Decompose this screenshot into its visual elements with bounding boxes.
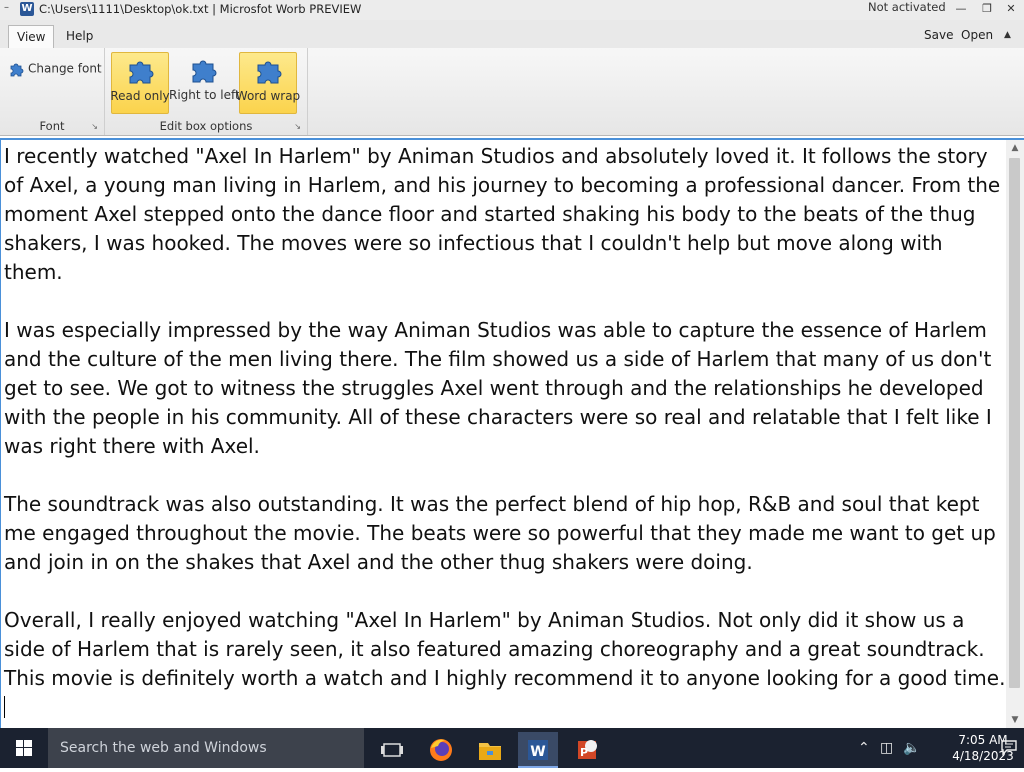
edit-box-options-label: Edit box options [159, 119, 253, 133]
svg-text:W: W [530, 744, 545, 760]
puzzle-icon [10, 63, 24, 77]
action-center-icon[interactable] [1000, 738, 1018, 760]
dialog-launcher-icon[interactable]: ↘ [294, 122, 301, 131]
paragraph: The soundtrack was also outstanding. It … [4, 492, 996, 574]
vertical-scrollbar[interactable]: ▲ ▼ [1006, 140, 1024, 728]
minimize-icon[interactable]: — [950, 0, 972, 18]
tab-view[interactable]: View [8, 25, 55, 49]
text-editor[interactable]: I recently watched "Axel In Harlem" by A… [0, 138, 1024, 728]
app-logo-icon: W [20, 2, 34, 16]
search-placeholder: Search the web and Windows [60, 740, 267, 756]
firefox-icon[interactable] [421, 732, 461, 768]
word-wrap-label: Word wrap [235, 89, 301, 103]
taskbar: Search the web and Windows W P ⌃ ◫ 🔈 7:0… [0, 728, 1024, 768]
task-view-icon[interactable] [372, 732, 412, 768]
restore-icon[interactable]: ❐ [976, 0, 998, 18]
open-button[interactable]: Open [961, 28, 993, 42]
ribbon: Change font Font ↘ Read only Right to le… [0, 48, 1024, 136]
document-text[interactable]: I recently watched "Axel In Harlem" by A… [4, 142, 1006, 722]
tab-help[interactable]: Help [58, 25, 101, 48]
powerpoint-icon[interactable]: P [567, 732, 607, 768]
file-explorer-icon[interactable] [470, 732, 510, 768]
ribbon-tabs: View Help Save Open ▲ [0, 20, 1024, 49]
dialog-launcher-icon[interactable]: ↘ [91, 122, 98, 131]
puzzle-icon [192, 60, 217, 83]
change-font-button[interactable]: Change font [8, 61, 102, 77]
chevron-up-icon[interactable]: ⌃ [858, 740, 870, 756]
read-only-toggle[interactable]: Read only [110, 52, 170, 114]
paragraph: I was especially impressed by the way An… [4, 318, 992, 458]
word-wrap-toggle[interactable]: Word wrap [236, 52, 300, 114]
start-button[interactable] [0, 728, 48, 768]
change-font-label: Change font [28, 61, 102, 76]
system-menu-icon[interactable]: – [4, 2, 9, 13]
right-to-left-toggle[interactable]: Right to left [169, 52, 240, 112]
window-title: C:\Users\1111\Desktop\ok.txt | Microsfot… [39, 2, 362, 16]
puzzle-icon [257, 61, 282, 84]
word-app-icon[interactable]: W [518, 732, 558, 768]
search-box[interactable]: Search the web and Windows [48, 728, 364, 768]
read-only-label: Read only [110, 89, 170, 103]
close-icon[interactable]: ✕ [1000, 0, 1022, 18]
collapse-ribbon-icon[interactable]: ▲ [1004, 30, 1011, 40]
scroll-up-icon[interactable]: ▲ [1006, 140, 1024, 156]
right-to-left-label: Right to left [169, 88, 240, 102]
edit-box-options-group: Read only Right to left Word wrap Edit b… [105, 48, 308, 135]
font-group-label: Font [39, 119, 65, 133]
scroll-thumb[interactable] [1009, 158, 1020, 688]
volume-muted-icon[interactable]: 🔈 [903, 740, 920, 756]
font-group: Change font Font ↘ [0, 48, 105, 135]
puzzle-icon [129, 61, 154, 84]
title-bar: – W C:\Users\1111\Desktop\ok.txt | Micro… [0, 0, 1024, 20]
scroll-down-icon[interactable]: ▼ [1006, 712, 1024, 728]
windows-logo-icon [16, 740, 32, 756]
paragraph: Overall, I really enjoyed watching "Axel… [4, 608, 1006, 690]
text-caret [4, 696, 5, 718]
svg-text:P: P [580, 746, 588, 759]
network-icon[interactable]: ◫ [880, 740, 893, 756]
activation-status: Not activated [868, 0, 946, 14]
save-button[interactable]: Save [924, 28, 953, 42]
paragraph: I recently watched "Axel In Harlem" by A… [4, 144, 1001, 284]
